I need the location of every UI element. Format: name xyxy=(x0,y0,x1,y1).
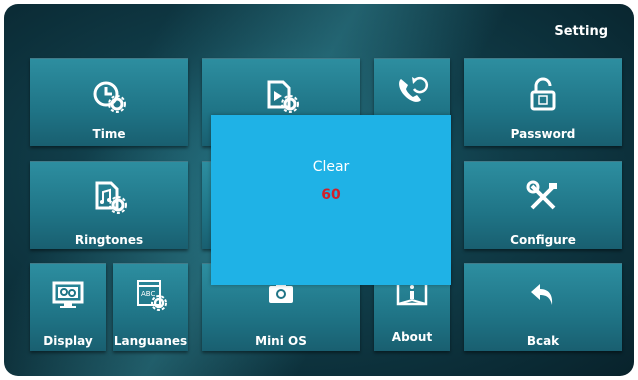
time-label: Time xyxy=(92,127,126,141)
page-title: Setting xyxy=(554,24,608,39)
svg-text:ABC: ABC xyxy=(141,290,155,298)
dialog-countdown: 60 xyxy=(321,187,341,203)
password-label: Password xyxy=(510,127,576,141)
ringtones-label: Ringtones xyxy=(74,233,144,247)
phone-refresh-icon xyxy=(374,75,450,107)
settings-screen: Setting Time Password Ringtones Configur… xyxy=(4,4,634,376)
abc-window-gear-icon: ABC xyxy=(113,278,188,312)
ringtones-tile[interactable]: Ringtones xyxy=(30,161,188,249)
languages-label: Languanes xyxy=(113,334,188,348)
time-tile[interactable]: Time xyxy=(30,58,188,146)
video-gear-icon xyxy=(202,79,360,113)
back-label: Bcak xyxy=(526,334,560,348)
about-label: About xyxy=(391,330,433,344)
tools-icon xyxy=(464,180,622,214)
music-file-gear-icon xyxy=(30,180,188,214)
display-tile[interactable]: Display xyxy=(30,263,106,351)
clock-gear-icon xyxy=(30,79,188,113)
configure-label: Configure xyxy=(510,233,576,247)
back-arrow-icon xyxy=(464,280,622,308)
password-tile[interactable]: Password xyxy=(464,58,622,146)
back-tile[interactable]: Bcak xyxy=(464,263,622,351)
display-label: Display xyxy=(43,334,93,348)
monitor-gear-icon xyxy=(30,280,106,310)
languages-tile[interactable]: ABC Languanes xyxy=(113,263,188,351)
clear-dialog[interactable]: Clear 60 xyxy=(211,115,451,285)
dialog-title: Clear xyxy=(312,159,350,175)
mini-os-label: Mini OS xyxy=(255,334,307,348)
configure-tile[interactable]: Configure xyxy=(464,161,622,249)
lock-icon xyxy=(464,77,622,111)
